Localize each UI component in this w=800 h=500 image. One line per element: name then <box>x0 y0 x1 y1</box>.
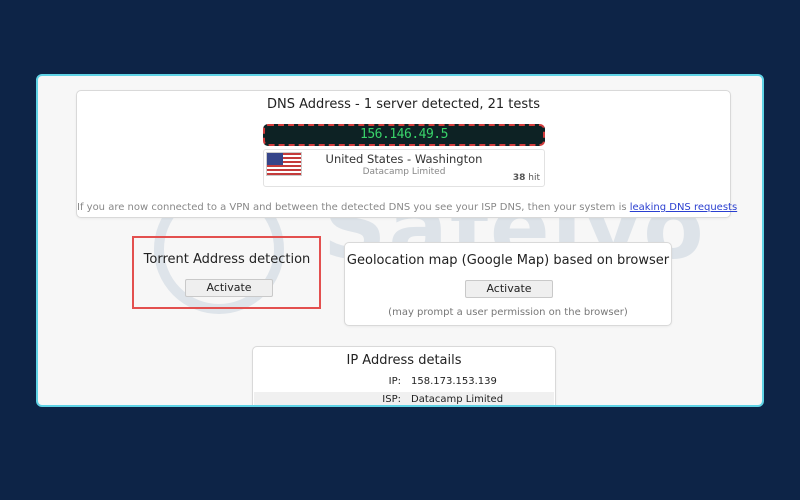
screenshot-frame: Safelyo DNS Address - 1 server detected,… <box>36 74 764 407</box>
isp-value: Datacamp Limited <box>411 394 504 405</box>
geolocation-activate-button[interactable]: Activate <box>465 280 553 298</box>
dns-leak-note: If you are now connected to a VPN and be… <box>77 202 738 213</box>
ip-details-title: IP Address details <box>346 353 462 368</box>
dns-title: DNS Address - 1 server detected, 21 test… <box>266 97 541 112</box>
ip-details-card: IP Address details IP: 158.173.153.139 I… <box>252 346 556 405</box>
dns-server-location: United States - Washington <box>325 152 483 166</box>
ip-detail-row: IP: 158.173.153.139 <box>254 374 554 392</box>
dns-address-card: DNS Address - 1 server detected, 21 test… <box>76 90 738 218</box>
isp-label: ISP: <box>382 394 401 405</box>
ip-detail-row: ISP: Datacamp Limited <box>254 392 554 405</box>
dns-server-isp: Datacamp Limited <box>362 167 446 177</box>
dns-ip-display: 156.146.49.5 <box>263 124 545 146</box>
ip-value: 158.173.153.139 <box>411 376 497 387</box>
geolocation-title: Geolocation map (Google Map) based on br… <box>346 253 670 268</box>
geolocation-card: Geolocation map (Google Map) based on br… <box>344 242 672 326</box>
leaking-dns-link[interactable]: leaking DNS requests <box>630 202 737 213</box>
ip-label: IP: <box>388 376 401 387</box>
dns-hit-count: 38 hit <box>512 173 540 183</box>
torrent-detection-card: Torrent Address detection Activate <box>136 242 318 310</box>
torrent-title: Torrent Address detection <box>143 252 311 267</box>
dns-server-entry: United States - Washington Datacamp Limi… <box>263 149 545 187</box>
geolocation-subtitle: (may prompt a user permission on the bro… <box>388 307 628 318</box>
torrent-activate-button[interactable]: Activate <box>185 279 273 297</box>
